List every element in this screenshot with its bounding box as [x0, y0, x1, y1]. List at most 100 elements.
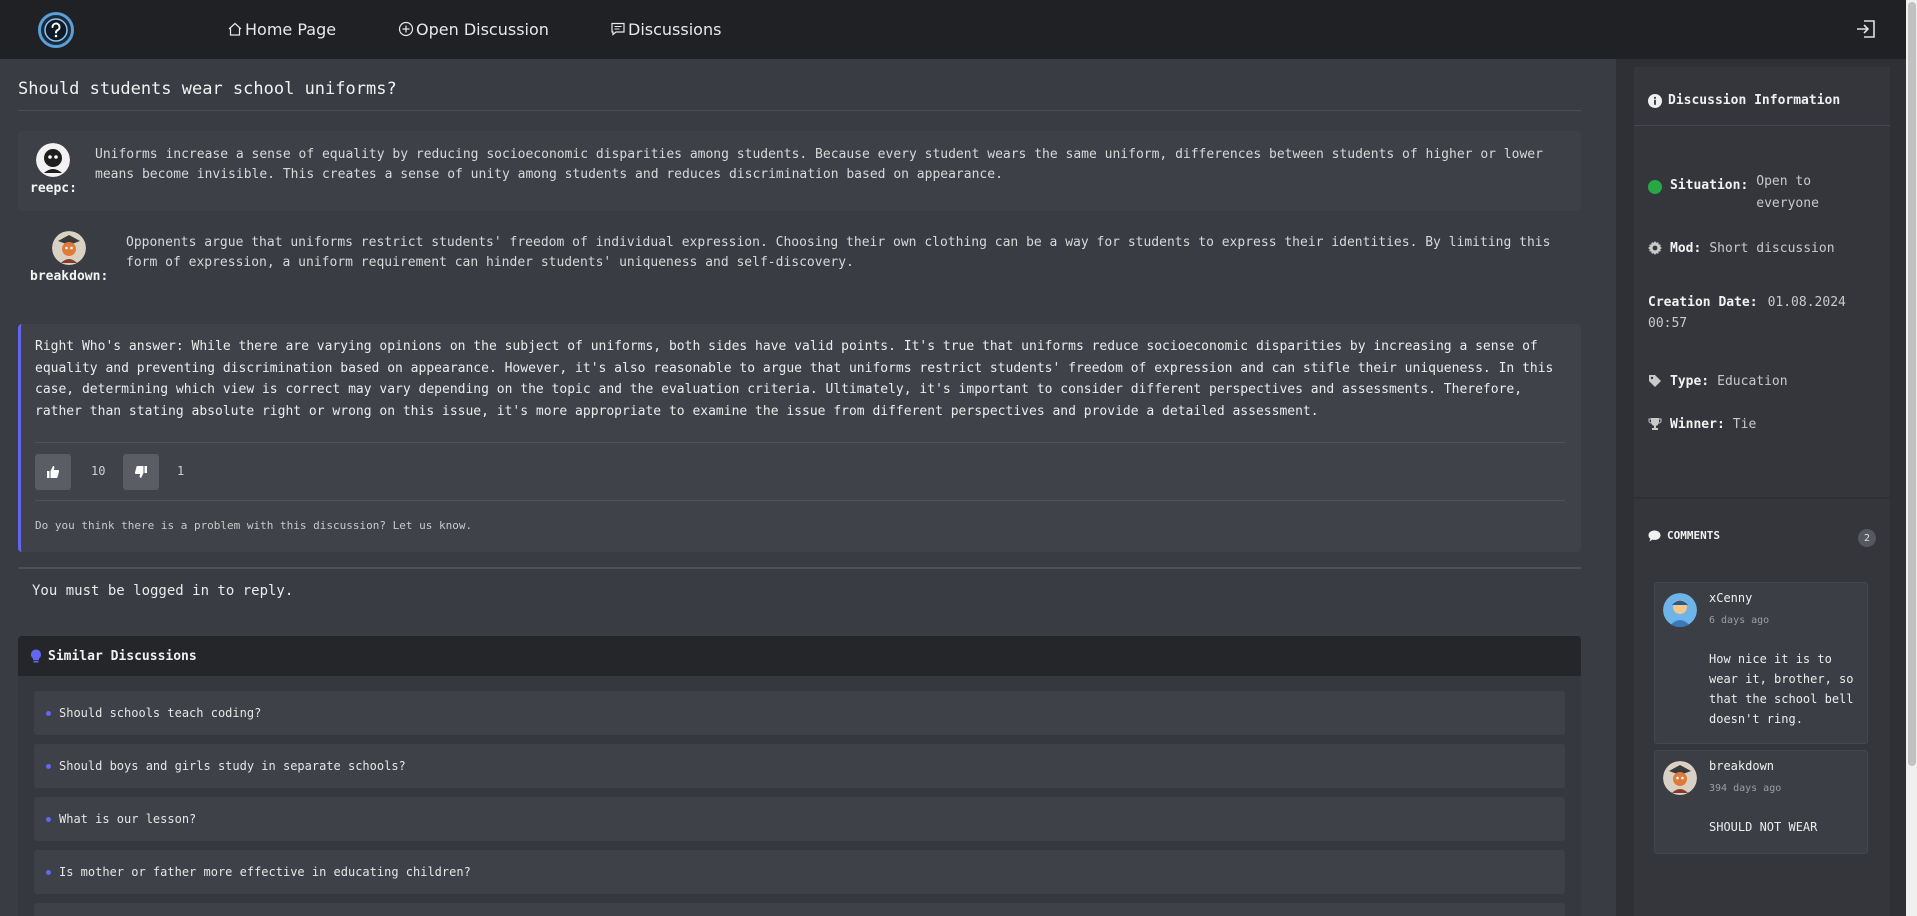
nav-home-label: Home Page	[245, 19, 337, 39]
situation-value-line: everyone	[1756, 196, 1819, 211]
avatar[interactable]	[1663, 761, 1697, 795]
bullet-icon	[46, 816, 51, 822]
main-content: Should students wear school uniforms? re…	[0, 59, 1616, 916]
similar-discussion-item[interactable]: Is mother or father more effective in ed…	[34, 850, 1565, 894]
gear-icon	[1648, 241, 1662, 255]
chat-lines-icon	[611, 22, 625, 36]
creation-time-value: 00:57	[1648, 316, 1688, 331]
answer-text: Right Who's answer: While there are vary…	[35, 339, 1554, 419]
creation-date-value: 01.08.2024	[1767, 295, 1846, 310]
author-name[interactable]: breakdown:	[30, 269, 108, 284]
winner-label: Winner:	[1670, 417, 1725, 432]
comment-timestamp: 394 days ago	[1709, 783, 1782, 794]
type-value: Education	[1717, 374, 1788, 389]
title-divider	[18, 110, 1581, 111]
nav-open-discussion-label: Open Discussion	[416, 19, 549, 39]
post-text: Opponents argue that uniforms restrict s…	[126, 235, 1551, 270]
author-name[interactable]: reepc:	[30, 181, 77, 196]
situation-value: Open to everyone	[1756, 171, 1819, 215]
creation-date-label: Creation Date:	[1648, 295, 1758, 310]
post-text: Uniforms increase a sense of equality by…	[95, 147, 1543, 182]
comment-text: SHOULD NOT WEAR	[1709, 817, 1859, 837]
similar-discussions-title: Similar Discussions	[48, 648, 197, 664]
avatar[interactable]	[52, 231, 87, 265]
like-button[interactable]	[35, 454, 71, 490]
page-title: Should students wear school uniforms?	[18, 79, 397, 99]
comment-text-line: doesn't ring.	[1709, 712, 1803, 726]
creation-date-row: Creation Date: 01.08.2024 00:57	[1648, 293, 1846, 333]
discussion-info-panel: Discussion Information Situation: Open t…	[1634, 67, 1890, 497]
avatar[interactable]	[36, 143, 71, 177]
post-author: reepc:	[30, 143, 77, 196]
comment-timestamp: 6 days ago	[1709, 615, 1770, 626]
comment-text-line: SHOULD NOT WEAR	[1709, 820, 1818, 834]
info-header: Discussion Information	[1648, 93, 1840, 108]
dislike-count: 1	[177, 464, 185, 478]
mod-row: Mod: Short discussion	[1648, 241, 1835, 256]
comment-card: xCenny 6 days ago How nice it is to wear…	[1654, 582, 1868, 744]
right-sidebar: Discussion Information Situation: Open t…	[1616, 59, 1906, 916]
comment-username[interactable]: breakdown	[1709, 759, 1774, 773]
bullet-icon	[46, 869, 51, 875]
comment-bubble-icon	[1648, 530, 1661, 541]
divider	[35, 500, 1565, 501]
tag-icon	[1649, 375, 1661, 387]
report-link[interactable]: Do you think there is a problem with thi…	[35, 519, 472, 532]
situation-row: Situation: Open to everyone	[1648, 171, 1819, 215]
dislike-button[interactable]	[123, 454, 159, 490]
similar-discussion-item[interactable]	[34, 903, 1565, 916]
discussion-post: breakdown: Opponents argue that uniforms…	[18, 219, 1581, 299]
comments-panel: COMMENTS 2 xCenny 6 days ago How nice it…	[1634, 499, 1890, 916]
divider	[18, 567, 1581, 569]
comment-text-line: wear it, brother, so	[1709, 672, 1854, 686]
type-label: Type:	[1670, 374, 1710, 389]
like-count: 10	[91, 464, 106, 478]
comment-username[interactable]: xCenny	[1709, 591, 1752, 605]
similar-discussion-label: Should schools teach coding?	[59, 706, 262, 720]
creation-date-line: Creation Date: 01.08.2024	[1648, 293, 1846, 312]
lightbulb-icon	[31, 649, 41, 663]
thumbs-up-icon	[47, 466, 60, 478]
nav-open-discussion[interactable]: Open Discussion	[398, 16, 549, 42]
bullet-icon	[46, 710, 51, 716]
similar-discussion-label: Should boys and girls study in separate …	[59, 759, 406, 773]
divider	[35, 442, 1565, 443]
winner-value: Tie	[1732, 417, 1757, 432]
similar-discussions-panel: Similar Discussions Should schools teach…	[18, 636, 1581, 916]
info-title: Discussion Information	[1668, 93, 1841, 108]
similar-discussion-item[interactable]: Should schools teach coding?	[34, 691, 1565, 735]
similar-discussion-item[interactable]: Should boys and girls study in separate …	[34, 744, 1565, 788]
winner-row: Winner: Tie	[1648, 417, 1756, 432]
comment-text-line: that the school bell	[1709, 692, 1854, 706]
nav-discussions[interactable]: Discussions	[610, 16, 721, 42]
comments-header: COMMENTS	[1648, 529, 1720, 542]
bullet-icon	[46, 763, 51, 769]
post-author: breakdown:	[30, 231, 108, 284]
comment-card: breakdown 394 days ago SHOULD NOT WEAR	[1654, 750, 1868, 854]
mod-value: Short discussion	[1709, 241, 1835, 256]
thumbs-down-icon	[134, 466, 147, 478]
site-logo-icon[interactable]	[38, 12, 74, 48]
scrollbar-thumb[interactable]	[1908, 2, 1916, 766]
logout-icon[interactable]	[1854, 17, 1878, 41]
nav-home-page[interactable]: Home Page	[227, 16, 336, 42]
avatar[interactable]	[1663, 593, 1697, 627]
type-row: Type: Education	[1648, 374, 1788, 389]
info-circle-icon	[1648, 93, 1662, 108]
comment-text: How nice it is to wear it, brother, so t…	[1709, 649, 1859, 729]
trophy-icon	[1648, 418, 1662, 430]
situation-label: Situation:	[1670, 178, 1749, 193]
nav-discussions-label: Discussions	[628, 19, 722, 39]
login-required-message: You must be logged in to reply.	[32, 583, 294, 599]
similar-discussion-label: What is our lesson?	[59, 812, 197, 826]
similar-discussions-header: Similar Discussions	[18, 636, 1581, 676]
divider	[1634, 125, 1890, 126]
comments-count-badge: 2	[1858, 529, 1876, 547]
comment-text-line: How nice it is to	[1709, 652, 1832, 666]
situation-value-line: Open to	[1756, 174, 1812, 189]
comments-title: COMMENTS	[1667, 529, 1720, 542]
similar-discussion-item[interactable]: What is our lesson?	[34, 797, 1565, 841]
discussion-post: reepc: Uniforms increase a sense of equa…	[18, 131, 1581, 211]
home-icon	[228, 22, 242, 36]
similar-discussion-label: Is mother or father more effective in ed…	[59, 865, 471, 879]
